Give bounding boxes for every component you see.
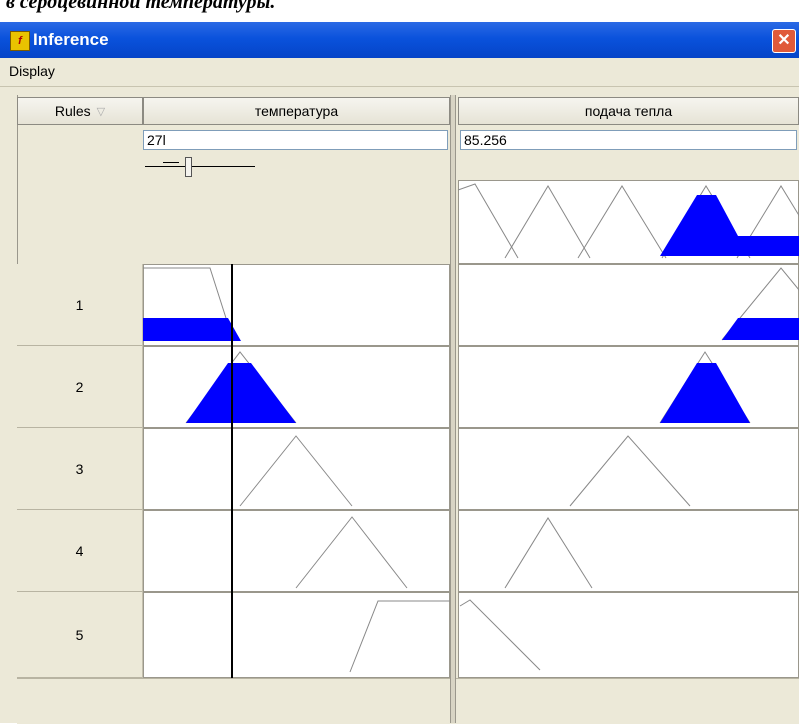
input-mf-fill-r1 <box>143 318 241 341</box>
output-mf-outline-r4 <box>504 517 593 589</box>
output-mf-outline-r3 <box>569 435 691 507</box>
input-mf-outline-r4 <box>295 516 408 589</box>
output-mf-fill-r2 <box>660 363 750 423</box>
input-mf-fill-r2 <box>186 363 296 423</box>
membership-functions-drawing <box>143 183 799 678</box>
input-mf-outline-r3 <box>239 435 353 507</box>
status-area <box>17 678 799 724</box>
input-mf-outline-r5 <box>349 600 450 673</box>
output-mf-outline-r5 <box>459 599 541 671</box>
output-mf-fill-r1 <box>722 318 799 340</box>
column-splitter-bottom <box>450 678 456 723</box>
agg-mf-outline-1 <box>458 183 519 259</box>
agg-mf-outline-3 <box>577 185 667 259</box>
agg-mf-outline-2 <box>504 185 591 259</box>
aggregated-output-fill <box>660 195 799 256</box>
